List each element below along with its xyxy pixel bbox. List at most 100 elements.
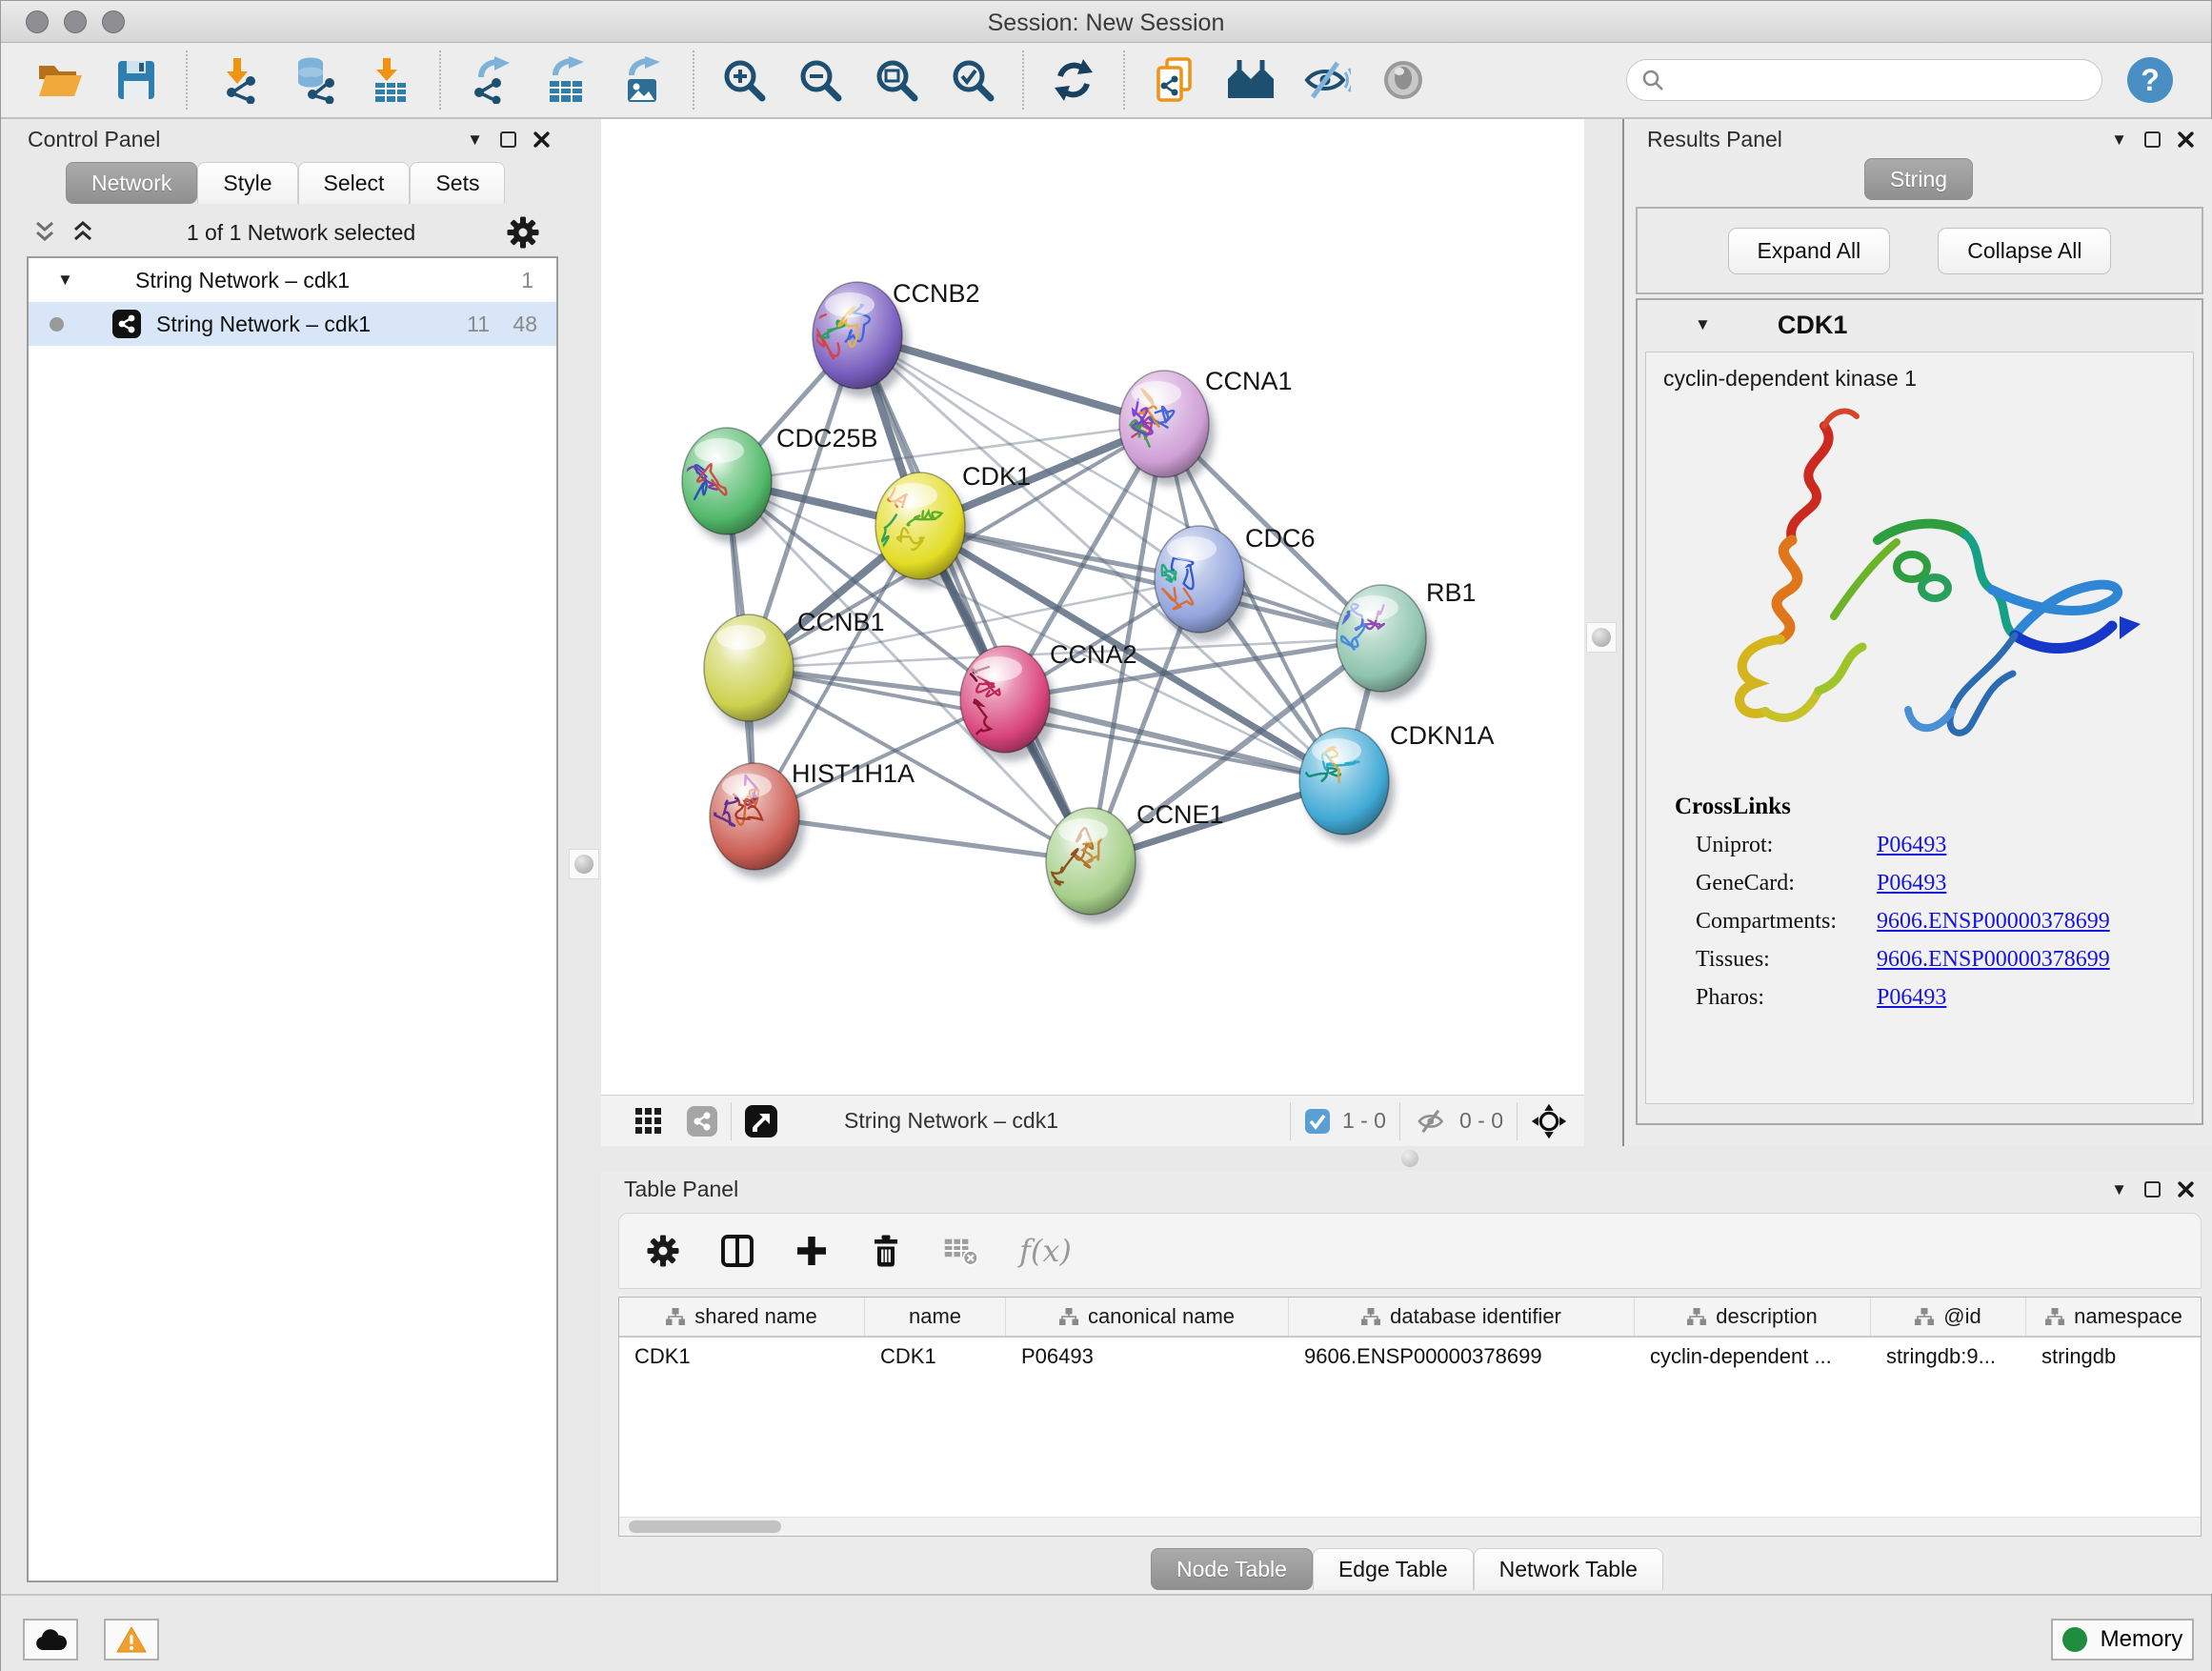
delete-column-trash-icon[interactable] xyxy=(869,1234,903,1268)
zoom-fit-icon[interactable] xyxy=(870,51,923,109)
fit-selected-crosshair-icon[interactable] xyxy=(1531,1103,1567,1139)
horizontal-scrollbar[interactable] xyxy=(619,1517,2201,1536)
network-node-CCNA1[interactable] xyxy=(1119,371,1215,486)
divider-handle[interactable] xyxy=(574,855,593,874)
tab-network-table[interactable]: Network Table xyxy=(1474,1548,1663,1590)
network-node-CCNA2[interactable] xyxy=(957,646,1056,761)
birdseye-view-icon[interactable] xyxy=(745,1105,777,1137)
network-collection-row[interactable]: ▼ String Network – cdk1 1 xyxy=(29,258,556,302)
table-cell[interactable]: stringdb xyxy=(2026,1338,2202,1378)
warnings-button[interactable] xyxy=(104,1619,159,1661)
network-row[interactable]: String Network – cdk1 11 48 xyxy=(29,302,556,346)
crosslink-link[interactable]: 9606.ENSP00000378699 xyxy=(1877,947,2110,973)
divider-handle[interactable] xyxy=(1401,1150,1418,1167)
hidden-eye-icon[interactable] xyxy=(1414,1107,1450,1136)
column-header-shared-name[interactable]: shared name xyxy=(619,1298,865,1336)
save-session-icon[interactable] xyxy=(110,51,163,109)
column-header-canonical-name[interactable]: canonical name xyxy=(1006,1298,1289,1336)
apply-layout-icon[interactable] xyxy=(1047,51,1100,109)
table-cell[interactable]: stringdb:9... xyxy=(1871,1338,2026,1378)
export-image-icon[interactable] xyxy=(616,51,670,109)
panel-divider[interactable] xyxy=(1584,119,1622,1148)
tab-string[interactable]: String xyxy=(1864,158,1973,200)
table-cell[interactable]: 9606.ENSP00000378699 xyxy=(1289,1338,1635,1378)
network-node-CDC6[interactable] xyxy=(1155,526,1250,641)
column-header-name[interactable]: name xyxy=(865,1298,1006,1336)
collapse-all-tree-icon[interactable] xyxy=(71,221,96,244)
column-header-description[interactable]: description xyxy=(1635,1298,1871,1336)
network-node-HIST1H1A[interactable] xyxy=(710,763,805,878)
panel-close-icon[interactable] xyxy=(2178,1181,2194,1198)
search-box[interactable] xyxy=(1626,59,2102,101)
table-options-gear-icon[interactable] xyxy=(646,1234,680,1268)
hide-selected-icon[interactable] xyxy=(1300,51,1354,109)
network-node-CCNE1[interactable] xyxy=(1046,808,1141,923)
tree-expand-icon[interactable]: ▼ xyxy=(57,271,73,290)
zoom-selected-icon[interactable] xyxy=(946,51,999,109)
crosslink-link[interactable]: P06493 xyxy=(1877,871,1946,896)
import-network-from-file-icon[interactable] xyxy=(211,51,264,109)
panel-close-icon[interactable] xyxy=(2178,131,2194,148)
network-view[interactable]: CCNB2CCNA1CDC25BCDK1CDC6RB1CCNB1CCNA2CDK… xyxy=(601,119,1584,1095)
search-input[interactable] xyxy=(1675,68,2088,92)
tab-select[interactable]: Select xyxy=(298,162,411,204)
panel-float-icon[interactable]: ▼ xyxy=(467,131,483,150)
panel-float-icon[interactable]: ▼ xyxy=(2111,1180,2127,1199)
crosslink-label: Tissues: xyxy=(1696,947,1877,973)
network-node-CDK1[interactable] xyxy=(875,473,971,588)
import-table-from-file-icon[interactable] xyxy=(363,51,416,109)
show-all-icon[interactable] xyxy=(1377,51,1430,109)
result-entry-header[interactable]: ▼ CDK1 xyxy=(1638,300,2202,350)
panel-divider[interactable] xyxy=(565,119,601,1594)
entry-collapse-icon[interactable]: ▼ xyxy=(1695,315,1711,334)
network-view-icon[interactable] xyxy=(687,1106,717,1137)
network-node-CCNB1[interactable] xyxy=(704,614,799,730)
tab-node-table[interactable]: Node Table xyxy=(1151,1548,1313,1590)
column-header--id[interactable]: @id xyxy=(1871,1298,2026,1336)
import-network-from-database-icon[interactable] xyxy=(287,51,340,109)
scrollbar-thumb[interactable] xyxy=(629,1520,781,1533)
memory-button[interactable]: Memory xyxy=(2051,1619,2194,1661)
tab-network[interactable]: Network xyxy=(66,162,197,204)
panel-close-icon[interactable] xyxy=(533,131,550,148)
panel-float-icon[interactable]: ▼ xyxy=(2111,131,2127,150)
divider-handle[interactable] xyxy=(1592,628,1611,647)
clone-network-icon[interactable] xyxy=(1148,51,1201,109)
network-node-CDKN1A[interactable] xyxy=(1299,728,1395,843)
first-neighbors-icon[interactable] xyxy=(1224,51,1277,109)
panel-detach-icon[interactable] xyxy=(500,131,516,148)
grid-view-icon[interactable] xyxy=(635,1108,662,1135)
add-column-icon[interactable] xyxy=(794,1234,829,1268)
node-table[interactable]: shared namenamecanonical namedatabase id… xyxy=(618,1297,2202,1537)
cloud-button[interactable] xyxy=(23,1619,78,1661)
expand-all-button[interactable]: Expand All xyxy=(1728,228,1891,274)
selected-checkbox-icon[interactable] xyxy=(1304,1108,1331,1135)
panel-divider[interactable] xyxy=(601,1146,2212,1171)
zoom-out-icon[interactable] xyxy=(794,51,847,109)
show-columns-icon[interactable] xyxy=(720,1234,754,1268)
zoom-in-icon[interactable] xyxy=(717,51,771,109)
export-table-icon[interactable] xyxy=(540,51,593,109)
panel-detach-icon[interactable] xyxy=(2144,1181,2161,1198)
network-node-RB1[interactable] xyxy=(1334,585,1432,700)
crosslink-link[interactable]: 9606.ENSP00000378699 xyxy=(1877,909,2110,935)
table-row[interactable]: CDK1CDK1P064939606.ENSP00000378699cyclin… xyxy=(619,1338,2201,1378)
export-network-icon[interactable] xyxy=(464,51,517,109)
collapse-all-button[interactable]: Collapse All xyxy=(1938,228,2111,274)
open-session-icon[interactable] xyxy=(33,51,87,109)
table-cell[interactable]: cyclin-dependent ... xyxy=(1635,1338,1871,1378)
table-cell[interactable]: CDK1 xyxy=(619,1338,865,1378)
table-cell[interactable]: P06493 xyxy=(1006,1338,1289,1378)
network-options-gear-icon[interactable] xyxy=(506,215,540,250)
tab-sets[interactable]: Sets xyxy=(410,162,505,204)
help-button[interactable]: ? xyxy=(2127,57,2173,103)
tab-style[interactable]: Style xyxy=(197,162,297,204)
column-header-namespace[interactable]: namespace xyxy=(2026,1298,2202,1336)
tab-edge-table[interactable]: Edge Table xyxy=(1313,1548,1474,1590)
column-header-database-identifier[interactable]: database identifier xyxy=(1289,1298,1635,1336)
table-cell[interactable]: CDK1 xyxy=(865,1338,1006,1378)
crosslink-link[interactable]: P06493 xyxy=(1877,985,1946,1011)
panel-detach-icon[interactable] xyxy=(2144,131,2161,148)
crosslink-link[interactable]: P06493 xyxy=(1877,833,1946,858)
expand-all-tree-icon[interactable] xyxy=(33,221,58,244)
